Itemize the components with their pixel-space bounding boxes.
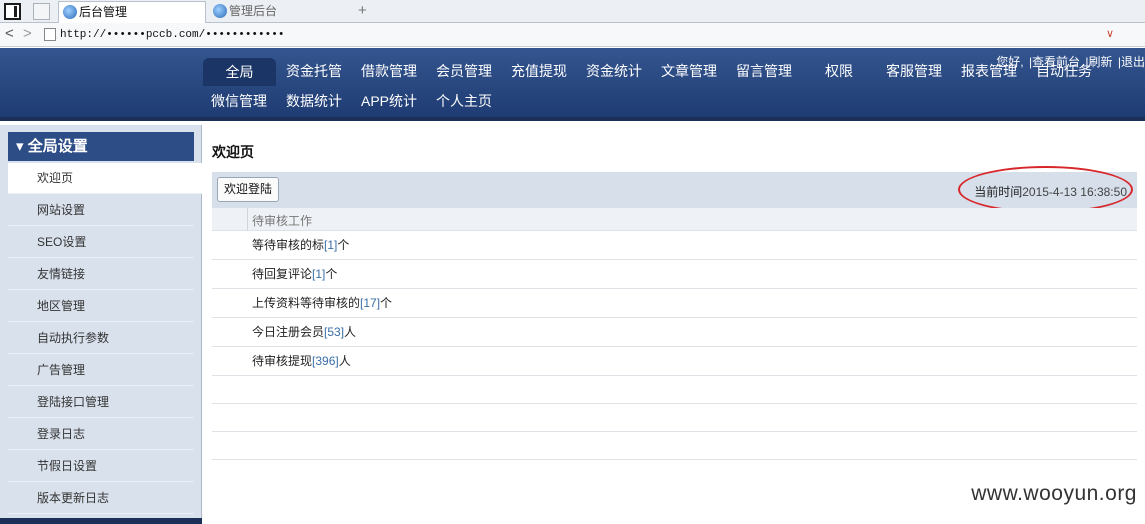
sidebar-item-auto-params[interactable]: 自动执行参数 <box>8 323 194 354</box>
empty-row <box>212 432 1137 460</box>
menu-item-articles[interactable]: 文章管理 <box>653 57 725 85</box>
logout-link[interactable]: |退出 <box>1118 55 1145 69</box>
view-frontend-link[interactable]: |查看前台 <box>1029 55 1080 69</box>
table-header: 待审核工作 <box>212 208 1137 231</box>
back-button[interactable]: < <box>5 25 14 42</box>
count-link[interactable]: [17] <box>360 296 380 310</box>
count-link[interactable]: [53] <box>324 325 344 339</box>
sidebar: ▾ 全局设置 欢迎页 网站设置 SEO设置 友情链接 地区管理 自动执行参数 广… <box>0 125 202 524</box>
blank-page-icon[interactable] <box>33 3 50 20</box>
empty-row <box>212 404 1137 432</box>
sidebar-item-login-log[interactable]: 登录日志 <box>8 419 194 450</box>
menu-item-global[interactable]: 全局 <box>203 58 276 86</box>
site-header: 全局 资金托管 借款管理 会员管理 充值提现 资金统计 文章管理 留言管理 权限… <box>0 48 1145 121</box>
menu-item-members[interactable]: 会员管理 <box>428 57 500 85</box>
sidebar-item-site-settings[interactable]: 网站设置 <box>8 195 194 226</box>
forward-button[interactable]: > <box>23 25 32 42</box>
sidebar-item-changelog[interactable]: 版本更新日志 <box>8 483 194 514</box>
sidebar-item-login-api[interactable]: 登陆接口管理 <box>8 387 194 418</box>
sidebar-toggle-icon[interactable] <box>4 3 21 20</box>
menu-item-recharge[interactable]: 充值提现 <box>503 57 575 85</box>
page-icon <box>44 28 56 41</box>
header-links: 您好, |查看前台 |刷新 |退出 <box>994 53 1145 70</box>
table-row: 待审核提现[396]人 <box>212 347 1137 376</box>
table-header-label: 待审核工作 <box>252 214 313 228</box>
browser-tab[interactable]: 管理后台 <box>209 1 357 23</box>
sidebar-title[interactable]: ▾ 全局设置 <box>8 132 194 161</box>
pending-work-table: 待审核工作 等待审核的标[1]个 待回复评论[1]个 上传资料等待审核的[17]… <box>212 208 1137 460</box>
new-tab-button[interactable]: + <box>358 2 367 19</box>
welcome-login-button[interactable]: 欢迎登陆 <box>217 177 280 202</box>
chevron-down-icon[interactable]: ∨ <box>1106 27 1114 40</box>
table-row: 等待审核的标[1]个 <box>212 231 1137 260</box>
table-row: 今日注册会员[53]人 <box>212 318 1137 347</box>
address-input[interactable] <box>60 26 1122 44</box>
menu-item-support[interactable]: 客服管理 <box>878 57 950 85</box>
highlight-circle <box>958 166 1133 213</box>
browser-nav-bar: < > ∨ <box>0 23 1145 47</box>
menu-item-data-stats[interactable]: 数据统计 <box>278 87 350 115</box>
empty-row <box>212 376 1137 404</box>
menu-item-fund-stats[interactable]: 资金统计 <box>578 57 650 85</box>
tab-label: 管理后台 <box>229 4 278 18</box>
count-link[interactable]: [1] <box>312 267 325 281</box>
menu-item-fund-custody[interactable]: 资金托管 <box>278 57 350 85</box>
greeting-text: 您好, <box>996 55 1024 69</box>
caret-down-icon: ▾ <box>16 138 24 155</box>
sidebar-item-links[interactable]: 友情链接 <box>8 259 194 290</box>
globe-icon <box>63 5 77 19</box>
sidebar-footer-bar <box>0 518 202 524</box>
sidebar-item-ads[interactable]: 广告管理 <box>8 355 194 386</box>
refresh-link[interactable]: |刷新 <box>1085 55 1112 69</box>
sidebar-item-regions[interactable]: 地区管理 <box>8 291 194 322</box>
globe-icon <box>213 4 227 18</box>
menu-item-loans[interactable]: 借款管理 <box>353 57 425 85</box>
table-row: 待回复评论[1]个 <box>212 260 1137 289</box>
sidebar-item-holidays[interactable]: 节假日设置 <box>8 451 194 482</box>
menu-item-messages[interactable]: 留言管理 <box>728 57 800 85</box>
sidebar-item-welcome[interactable]: 欢迎页 <box>8 163 202 194</box>
menu-item-wechat[interactable]: 微信管理 <box>203 87 275 115</box>
sidebar-item-seo[interactable]: SEO设置 <box>8 227 194 258</box>
browser-tab-active[interactable]: 后台管理 <box>58 1 206 23</box>
menu-item-app-stats[interactable]: APP统计 <box>353 87 425 115</box>
tab-label: 后台管理 <box>79 5 128 19</box>
menu-item-permissions[interactable]: 权限 <box>803 57 875 85</box>
count-link[interactable]: [1] <box>324 238 337 252</box>
browser-tab-bar: 后台管理 管理后台 + <box>0 0 1145 23</box>
count-link[interactable]: [396] <box>312 354 339 368</box>
menu-item-homepage[interactable]: 个人主页 <box>428 87 500 115</box>
watermark: www.wooyun.org <box>971 482 1137 505</box>
page-title: 欢迎页 <box>212 144 254 160</box>
table-row: 上传资料等待审核的[17]个 <box>212 289 1137 318</box>
